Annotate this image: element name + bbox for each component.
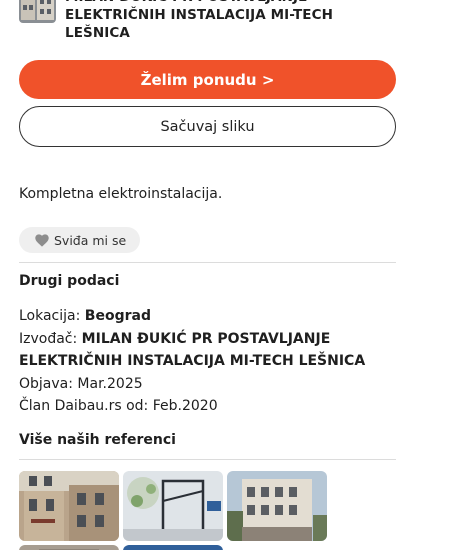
contractor-title[interactable]: MILAN ĐUKIĆ PR POSTAVLJANJE ELEKTRIČNIH …: [65, 0, 399, 42]
like-label: Sviđa mi se: [54, 232, 127, 248]
other-info-list: Lokacija: Beograd Izvođač: MILAN ĐUKIĆ P…: [19, 305, 419, 418]
member-since-row: Član Daibau.rs od: Feb.2020: [19, 395, 419, 418]
published-value: Mar.2025: [77, 375, 143, 392]
reference-thumbnail[interactable]: [19, 471, 119, 541]
more-references-title: Više naših referenci: [19, 432, 176, 448]
contractor-row: Izvođač: MILAN ĐUKIĆ PR POSTAVLJANJE ELE…: [19, 328, 419, 373]
location-row: Lokacija: Beograd: [19, 305, 419, 328]
published-row: Objava: Mar.2025: [19, 373, 419, 396]
reference-thumbnail[interactable]: [123, 545, 223, 550]
reference-thumbnail[interactable]: [123, 471, 223, 541]
reference-header: MILAN ĐUKIĆ PR POSTAVLJANJE ELEKTRIČNIH …: [19, 0, 399, 42]
contractor-label: Izvođač:: [19, 330, 78, 347]
contractor-thumbnail[interactable]: [19, 0, 56, 23]
request-offer-button[interactable]: Želim ponudu >: [19, 60, 396, 99]
member-since-label: Član Daibau.rs od:: [19, 398, 149, 414]
published-label: Objava:: [19, 375, 73, 392]
reference-thumbnail[interactable]: [227, 471, 327, 541]
divider: [19, 459, 396, 460]
like-button[interactable]: Sviđa mi se: [19, 227, 141, 253]
heart-icon: [35, 233, 49, 247]
save-image-button[interactable]: Sačuvaj sliku: [19, 106, 396, 147]
location-label: Lokacija:: [19, 308, 81, 324]
location-value[interactable]: Beograd: [85, 308, 151, 324]
divider: [19, 262, 396, 263]
other-info-title: Drugi podaci: [19, 273, 120, 289]
member-since-value: Feb.2020: [152, 398, 218, 414]
reference-thumbnail[interactable]: [19, 545, 119, 550]
reference-description: Kompletna elektroinstalacija.: [19, 186, 223, 202]
